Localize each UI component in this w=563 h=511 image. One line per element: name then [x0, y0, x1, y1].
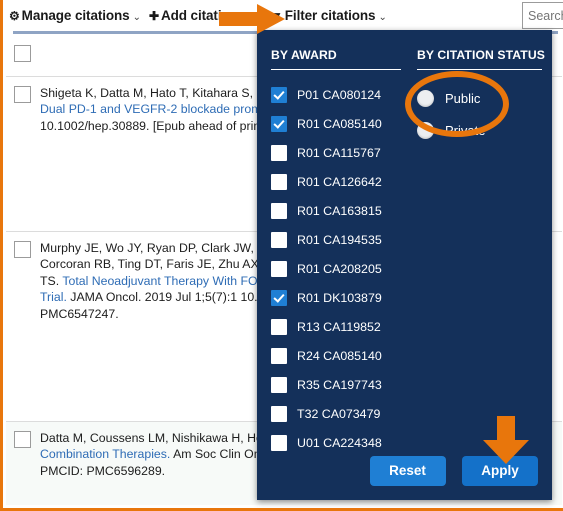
- award-label: R01 DK103879: [297, 290, 382, 305]
- award-label: R01 CA085140: [297, 116, 382, 131]
- by-award-column: BY AWARD P01 CA080124 R01 CA085140 R01 C…: [271, 48, 401, 457]
- filter-citations-menu[interactable]: ▼ Filter citations ⌄: [271, 8, 387, 23]
- citation-title-link[interactable]: Total Neoadjuvant Therapy With FOLFI: [62, 274, 275, 288]
- chevron-down-icon: ⌄: [132, 12, 141, 23]
- award-label: T32 CA073479: [297, 406, 381, 421]
- award-option-r35-ca197743[interactable]: R35 CA197743: [271, 370, 401, 399]
- reset-button[interactable]: Reset: [369, 456, 446, 486]
- checkbox-icon[interactable]: [271, 289, 287, 306]
- select-all-checkbox[interactable]: [14, 45, 31, 62]
- checkbox-icon[interactable]: [271, 434, 287, 451]
- citation-checkbox[interactable]: [14, 86, 31, 103]
- award-option-r01-ca194535[interactable]: R01 CA194535: [271, 225, 401, 254]
- award-label: P01 CA080124: [297, 87, 382, 102]
- search-box[interactable]: [522, 2, 563, 29]
- award-option-r01-ca163815[interactable]: R01 CA163815: [271, 196, 401, 225]
- checkbox-icon[interactable]: [271, 144, 287, 161]
- award-option-r13-ca119852[interactable]: R13 CA119852: [271, 312, 401, 341]
- checkbox-icon[interactable]: [271, 405, 287, 422]
- checkbox-icon[interactable]: [271, 376, 287, 393]
- award-label: R24 CA085140: [297, 348, 382, 363]
- chevron-down-icon: ⌄: [378, 12, 387, 23]
- award-option-r01-dk103879[interactable]: R01 DK103879: [271, 283, 401, 312]
- filter-panel-actions: Reset Apply: [257, 456, 552, 486]
- by-citation-status-header: BY CITATION STATUS: [417, 48, 545, 70]
- award-label: R01 CA194535: [297, 232, 382, 247]
- award-option-r01-ca115767[interactable]: R01 CA115767: [271, 138, 401, 167]
- filter-citations-dropdown: BY AWARD P01 CA080124 R01 CA085140 R01 C…: [257, 30, 552, 500]
- award-checkbox-list: P01 CA080124 R01 CA085140 R01 CA115767 R…: [271, 80, 401, 457]
- by-citation-status-column: BY CITATION STATUS Public Private: [417, 48, 545, 146]
- gear-icon: ⚙: [9, 9, 20, 23]
- app-window: ⚙ Manage citations ⌄ ✚ Add citatio... ▼ Filt…: [0, 0, 563, 511]
- citation-title-link[interactable]: Dual PD-1 and VEGFR-2 blockade prom: [40, 102, 261, 116]
- checkbox-icon[interactable]: [271, 347, 287, 364]
- checkbox-icon[interactable]: [271, 202, 287, 219]
- checkbox-icon[interactable]: [271, 173, 287, 190]
- award-option-r24-ca085140[interactable]: R24 CA085140: [271, 341, 401, 370]
- checkbox-icon[interactable]: [271, 318, 287, 335]
- citation-checkbox[interactable]: [14, 241, 31, 258]
- citation-checkbox[interactable]: [14, 431, 31, 448]
- award-option-r01-ca085140[interactable]: R01 CA085140: [271, 109, 401, 138]
- status-label: Public: [445, 90, 481, 106]
- funnel-icon: ▼: [271, 9, 283, 23]
- award-option-r01-ca126642[interactable]: R01 CA126642: [271, 167, 401, 196]
- apply-button[interactable]: Apply: [462, 456, 538, 486]
- add-citation-menu[interactable]: ✚ Add citatio...: [149, 8, 241, 23]
- checkbox-icon[interactable]: [271, 86, 287, 103]
- add-citation-label: Add citatio...: [160, 8, 241, 23]
- checkbox-icon[interactable]: [271, 231, 287, 248]
- award-option-t32-ca073479[interactable]: T32 CA073479: [271, 399, 401, 428]
- search-input[interactable]: [523, 3, 563, 28]
- citation-title-link[interactable]: Combination Therapies.: [40, 447, 170, 461]
- award-label: R01 CA115767: [297, 145, 381, 160]
- award-option-u01-ca224348[interactable]: U01 CA224348: [271, 428, 401, 457]
- award-option-r01-ca208205[interactable]: R01 CA208205: [271, 254, 401, 283]
- status-option-public[interactable]: Public: [417, 82, 542, 114]
- status-option-private[interactable]: Private: [417, 114, 542, 146]
- checkbox-icon[interactable]: [271, 115, 287, 132]
- checkbox-icon[interactable]: [271, 260, 287, 277]
- by-award-header: BY AWARD: [271, 48, 401, 70]
- award-label: R35 CA197743: [297, 377, 382, 392]
- status-radio-list: Public Private: [417, 82, 542, 146]
- award-option-p01-ca080124[interactable]: P01 CA080124: [271, 80, 401, 109]
- manage-citations-label: Manage citations: [21, 8, 130, 23]
- award-label: R01 CA126642: [297, 174, 382, 189]
- award-label: R01 CA163815: [297, 203, 382, 218]
- filter-citations-label: Filter citations: [284, 8, 376, 23]
- award-label: R01 CA208205: [297, 261, 382, 276]
- award-label: R13 CA119852: [297, 319, 381, 334]
- radio-icon[interactable]: [417, 89, 434, 107]
- award-label: U01 CA224348: [297, 435, 382, 450]
- plus-icon: ✚: [149, 9, 159, 23]
- manage-citations-menu[interactable]: ⚙ Manage citations ⌄: [9, 8, 141, 23]
- citation-toolbar: ⚙ Manage citations ⌄ ✚ Add citatio... ▼ Filt…: [3, 0, 563, 34]
- radio-icon[interactable]: [417, 121, 434, 139]
- status-label: Private: [445, 122, 486, 138]
